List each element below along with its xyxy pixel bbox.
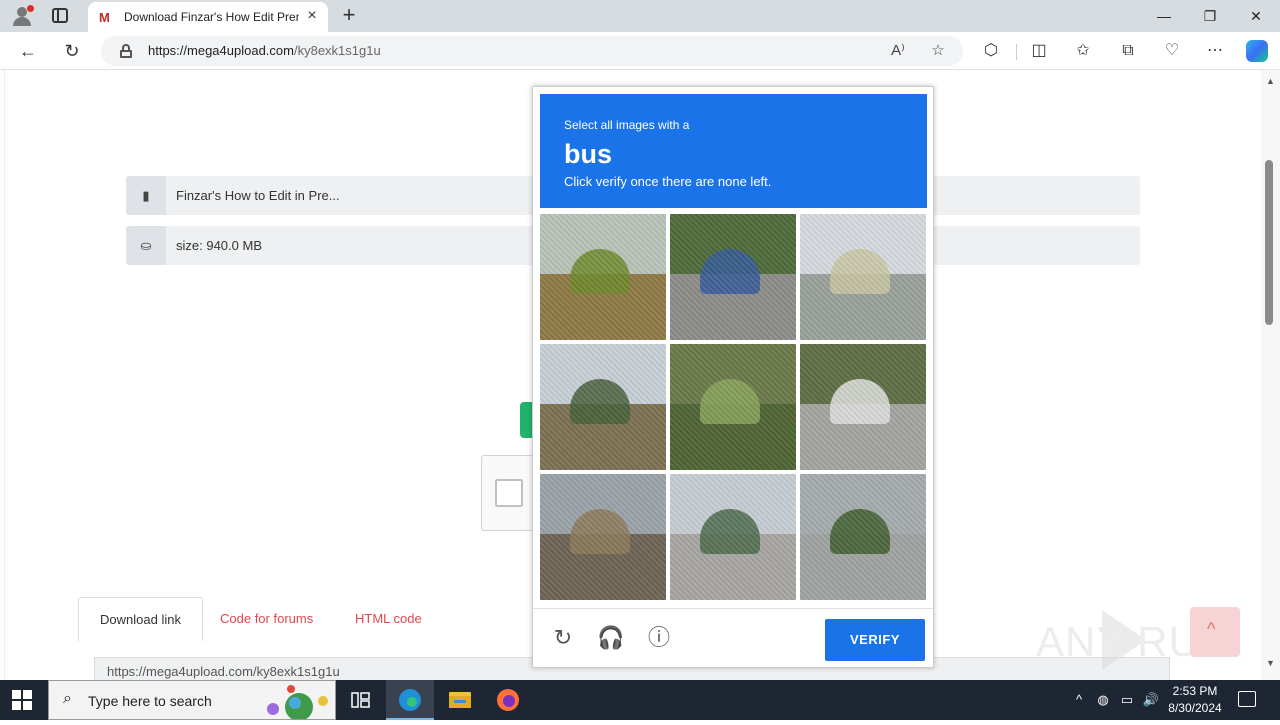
captcha-tile[interactable] [800,474,926,600]
notifications-icon[interactable] [1238,691,1256,707]
captcha-tile[interactable] [670,214,796,340]
network-icon[interactable]: ▭ [1118,691,1136,709]
task-view-icon[interactable] [336,680,384,720]
file-explorer-icon[interactable] [436,680,484,720]
page-scrollbar[interactable]: ▲ ▼ [1261,70,1280,680]
captcha-tile[interactable] [540,214,666,340]
challenge-header: Select all images with a bus Click verif… [540,94,927,208]
profile-icon[interactable] [8,4,36,28]
scroll-to-top-button[interactable]: ^ [1190,607,1240,657]
file-name: Finzar's How to Edit in Pre... [176,188,340,203]
search-highlight-icon [267,685,328,719]
address-bar[interactable]: https://mega4upload.com/ky8exk1s1g1u A⁾ … [101,36,963,66]
close-window-icon[interactable]: ✕ [1233,4,1279,28]
refresh-icon[interactable]: ↻ [60,39,84,63]
volume-icon[interactable]: 🔊 [1142,691,1160,709]
drive-icon: ⛀ [140,238,152,253]
challenge-target: bus [564,139,613,169]
more-menu-icon[interactable]: ⋯ [1203,39,1227,63]
captcha-tile[interactable] [540,474,666,600]
info-icon[interactable]: ⓘ [645,624,673,652]
captcha-tile[interactable] [800,344,926,470]
split-screen-icon[interactable]: ◫ [1027,39,1051,63]
file-icon: ▮ [142,188,150,203]
search-placeholder: Type here to search [88,693,212,709]
tab-title: Download Finzar's How Edit Prem [124,10,299,24]
captcha-checkbox[interactable] [495,479,523,507]
favorites-icon[interactable]: ✩ [1071,39,1095,63]
file-size: size: 940.0 MB [176,238,262,253]
collections-icon[interactable]: ⧉ [1116,39,1140,63]
challenge-hint: Click verify once there are none left. [564,174,772,189]
new-tab-icon[interactable]: + [339,4,359,26]
clock-time: 2:53 PM [1172,684,1218,698]
minimize-icon[interactable]: — [1141,4,1187,28]
toolbar-divider [1016,44,1017,60]
tab-actions-icon[interactable] [52,8,68,23]
windows-start-icon[interactable] [12,690,32,710]
back-arrow-icon[interactable]: ← [16,39,40,63]
scrollbar-thumb[interactable] [1265,160,1273,325]
browser-essentials-icon[interactable]: ♡ [1160,39,1184,63]
copilot-icon[interactable] [1246,40,1268,62]
captcha-tile[interactable] [800,214,926,340]
scroll-down-icon[interactable]: ▼ [1266,658,1275,668]
reload-icon[interactable]: ↻ [549,624,577,652]
scroll-up-icon[interactable]: ▲ [1266,76,1275,86]
browser-tab-bar: M Download Finzar's How Edit Prem × + — … [0,0,1280,32]
search-icon: ⌕ [63,690,72,707]
firefox-icon[interactable] [484,680,532,720]
extensions-icon[interactable]: ⬡ [979,39,1003,63]
audio-challenge-icon[interactable]: 🎧 [597,624,625,652]
taskbar: ⌕ Type here to search ^ ◍ ▭ 🔊 2:53 PM 8/… [0,680,1280,720]
site-favicon-icon: M [99,10,110,25]
show-hidden-icons-icon[interactable]: ^ [1070,691,1088,709]
url-text: https://mega4upload.com/ky8exk1s1g1u [148,43,381,58]
navigation-bar: ← ↻ https://mega4upload.com/ky8exk1s1g1u… [0,32,1280,70]
verify-button[interactable]: VERIFY [825,619,925,661]
read-aloud-icon[interactable]: A⁾ [888,41,908,61]
tab-code-for-forums[interactable]: Code for forums [220,597,313,641]
challenge-instruction: Select all images with a [564,118,690,132]
security-icon[interactable]: ◍ [1094,691,1112,709]
challenge-footer: ↻ 🎧 ⓘ VERIFY [533,608,933,668]
clock-date: 8/30/2024 [1168,701,1222,715]
download-link-text: https://mega4upload.com/ky8exk1s1g1u [107,664,340,679]
image-grid [540,214,928,602]
clock[interactable]: 2:53 PM 8/30/2024 [1162,683,1228,717]
restore-icon[interactable]: ❐ [1187,4,1233,28]
tab-close-icon[interactable]: × [304,8,320,24]
captcha-tile[interactable] [540,344,666,470]
captcha-challenge: Select all images with a bus Click verif… [532,86,934,668]
captcha-tile[interactable] [670,344,796,470]
browser-tab[interactable]: M Download Finzar's How Edit Prem × [88,2,328,32]
taskbar-search[interactable]: ⌕ Type here to search [48,680,336,720]
tab-download-link[interactable]: Download link [78,597,203,641]
chevron-up-icon: ^ [1207,619,1216,639]
captcha-tile[interactable] [670,474,796,600]
lock-icon[interactable] [120,44,132,58]
favorite-star-icon[interactable]: ☆ [928,41,948,61]
edge-taskbar-icon[interactable] [386,680,434,720]
tab-html-code[interactable]: HTML code [355,597,422,641]
captcha-widget[interactable] [481,455,536,531]
